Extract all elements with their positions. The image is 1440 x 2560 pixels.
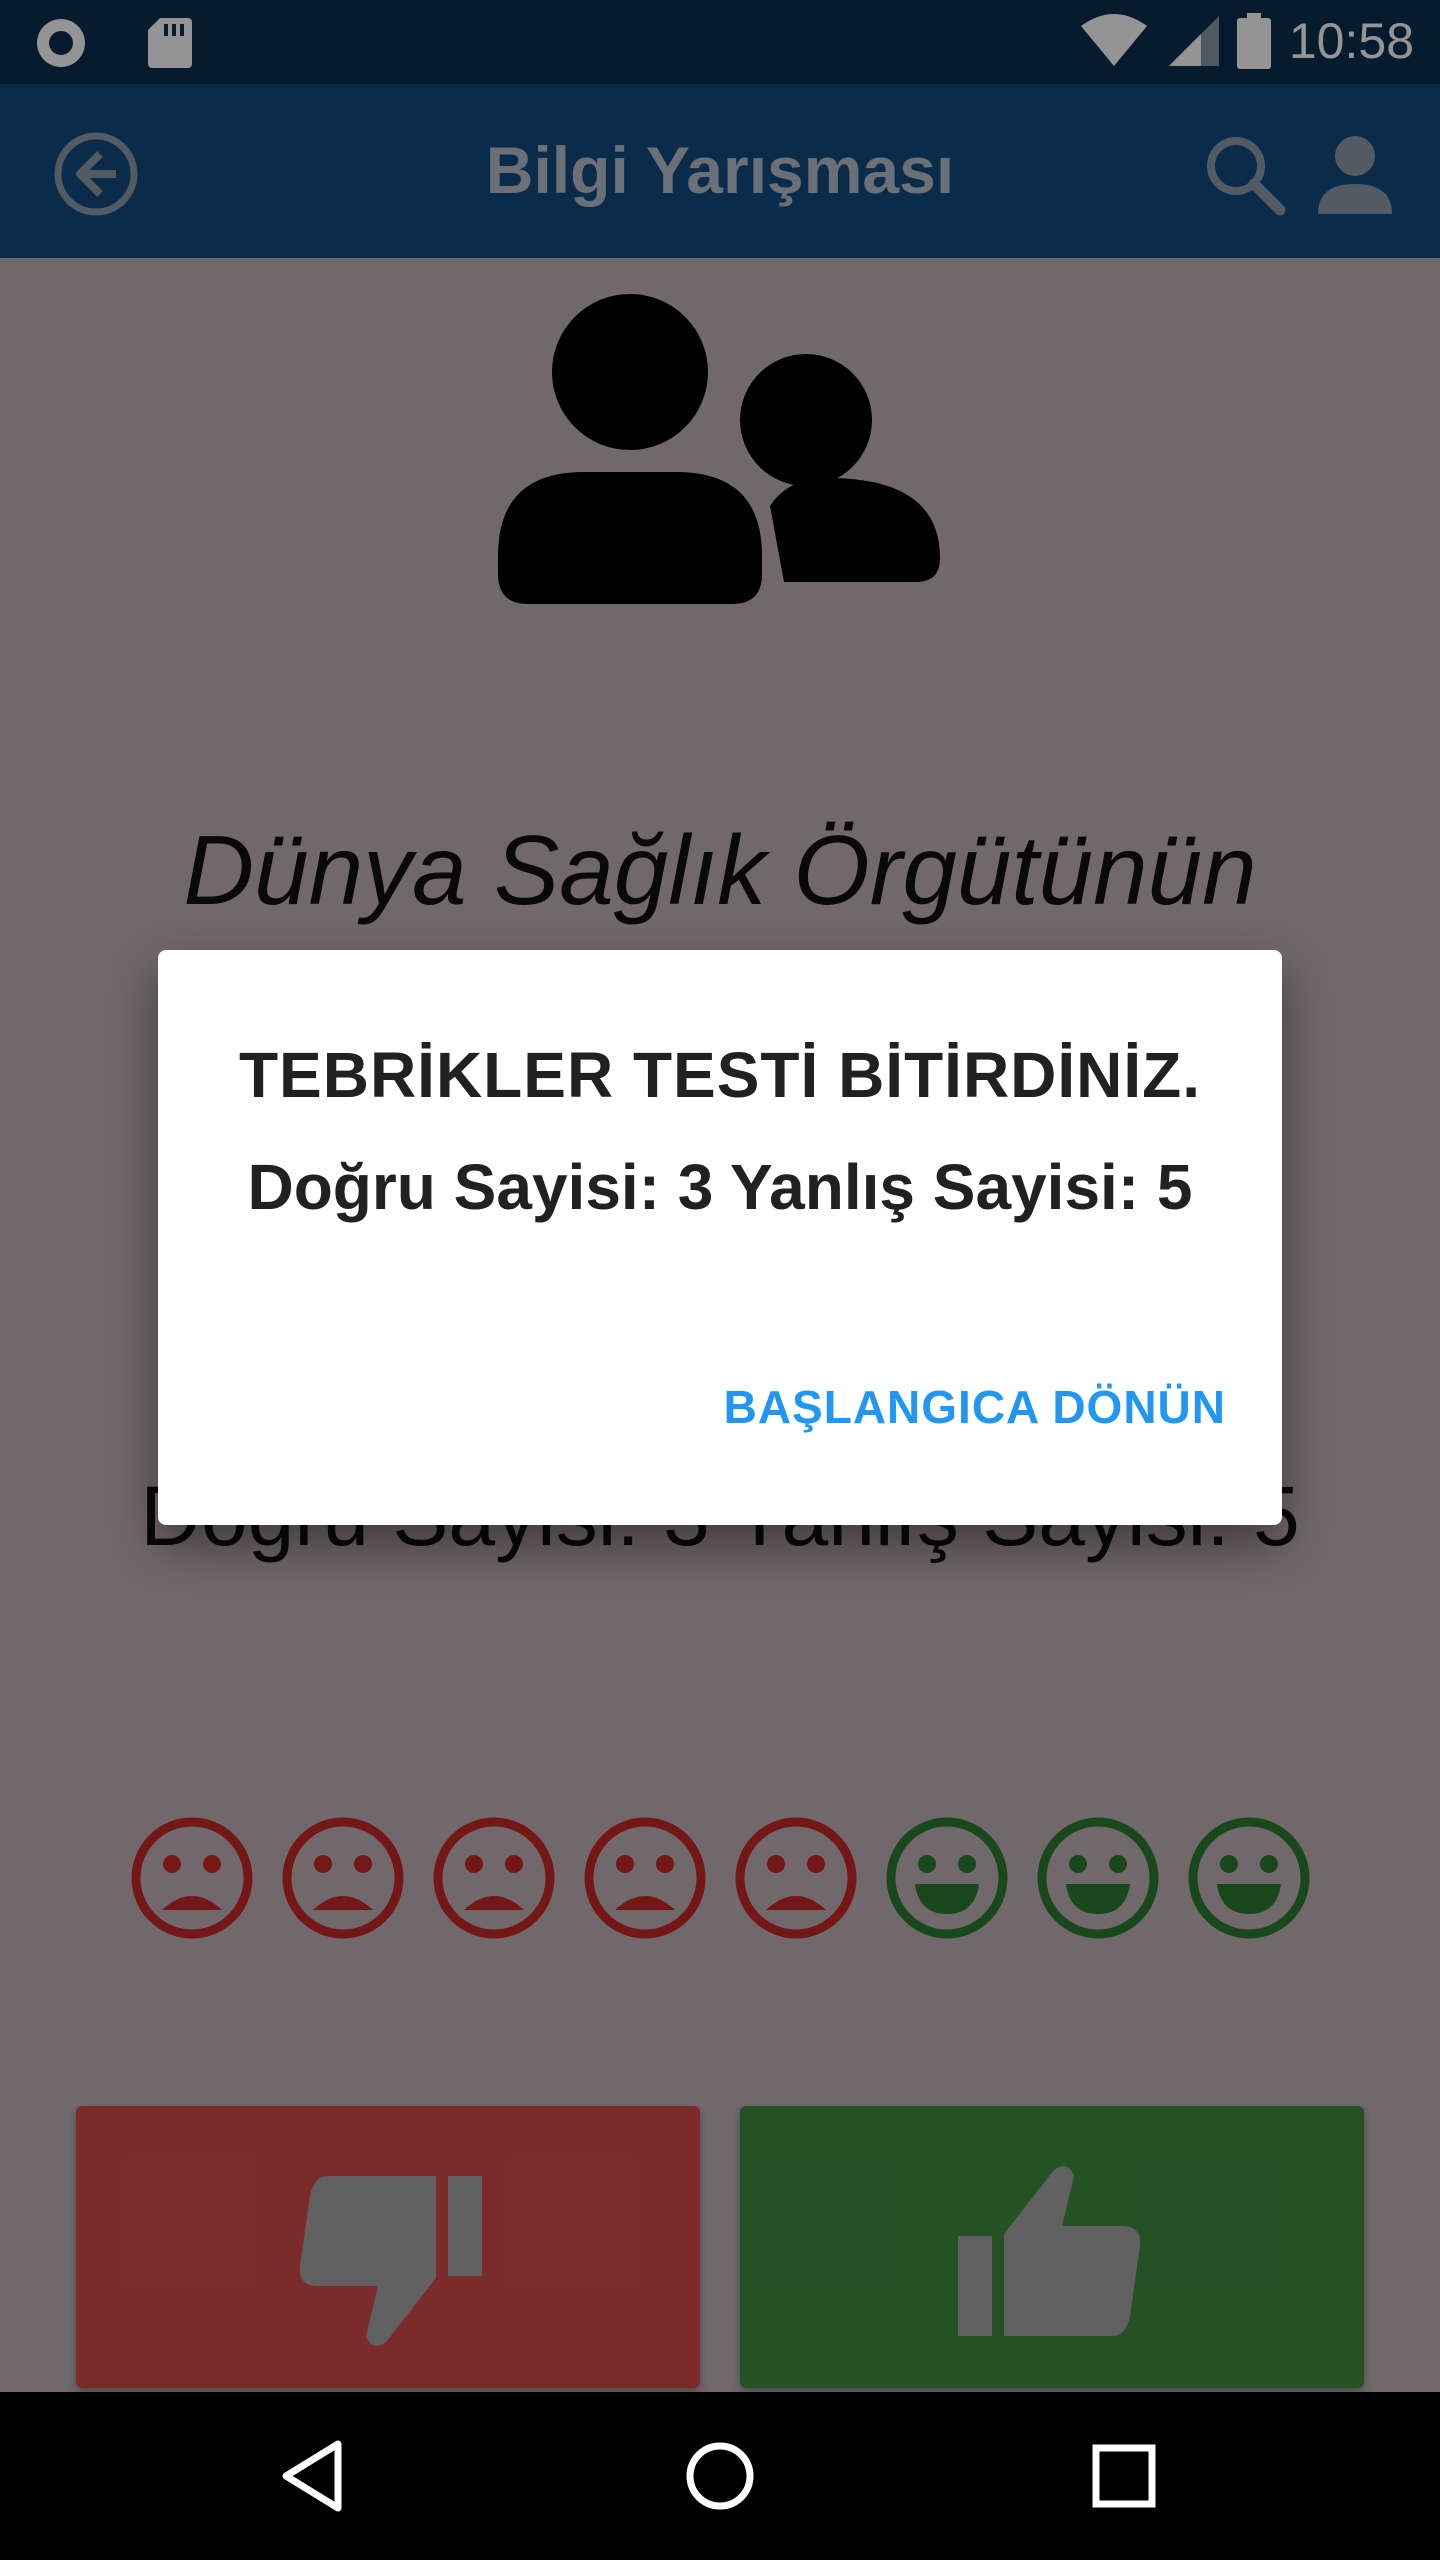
recents-square-icon [1092, 2444, 1156, 2508]
dialog-title: TEBRİKLER TESTİ BİTİRDİNİZ. [238, 1039, 1202, 1111]
nav-recents-button[interactable] [1082, 2434, 1166, 2518]
back-triangle-icon [282, 2440, 342, 2512]
home-circle-icon [686, 2442, 754, 2510]
return-to-start-button[interactable]: BAŞLANGICA DÖNÜN [724, 1380, 1226, 1434]
result-dialog: TEBRİKLER TESTİ BİTİRDİNİZ. Doğru Sayisi… [158, 950, 1282, 1525]
system-nav-bar [0, 2392, 1440, 2560]
nav-home-button[interactable] [678, 2434, 762, 2518]
nav-back-button[interactable] [272, 2434, 356, 2518]
dialog-message: Doğru Sayisi: 3 Yanlış Sayisi: 5 [247, 1151, 1193, 1223]
